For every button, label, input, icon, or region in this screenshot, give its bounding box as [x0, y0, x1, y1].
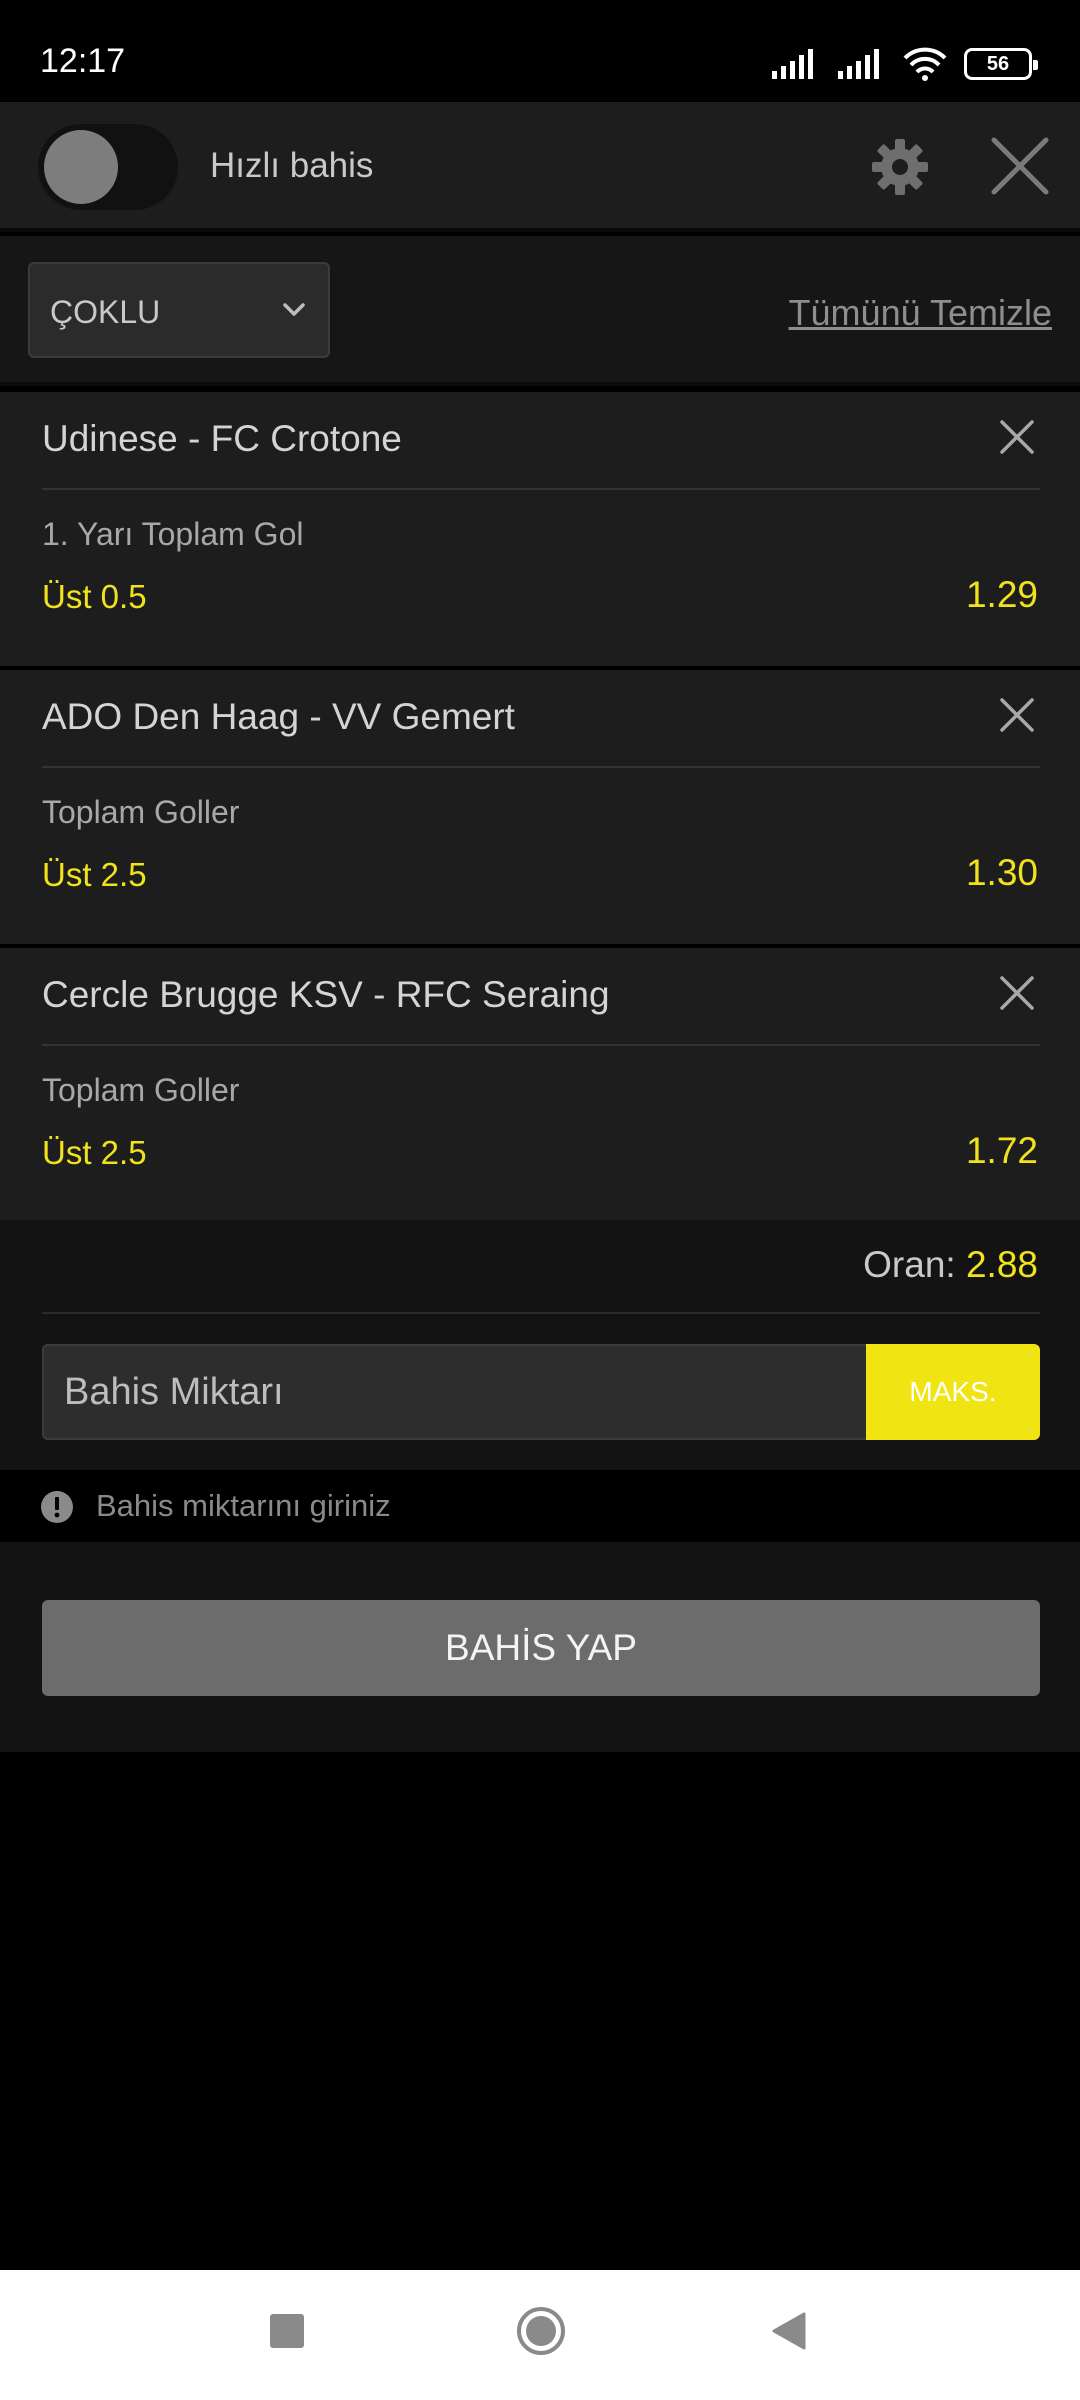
total-odds-value: 2.88	[965, 1244, 1038, 1285]
toggle-knob	[44, 130, 118, 204]
selection-name: Üst 2.5	[42, 856, 147, 893]
remove-bet-icon[interactable]	[998, 974, 1036, 1012]
wifi-icon	[903, 47, 947, 81]
match-name: ADO Den Haag - VV Gemert	[42, 696, 515, 737]
close-icon[interactable]	[988, 134, 1052, 198]
chevron-down-icon	[283, 303, 305, 316]
bet-card: Udinese - FC Crotone 1. Yarı Toplam Gol …	[0, 392, 1080, 666]
slip-toolbar: ÇOKLU Tümünü Temizle	[0, 236, 1080, 386]
bet-type-select[interactable]: ÇOKLU	[28, 262, 330, 358]
warning-text: Bahis miktarını giriniz	[96, 1488, 391, 1523]
place-bet-button[interactable]: BAHİS YAP	[42, 1600, 1040, 1696]
match-name: Udinese - FC Crotone	[42, 418, 402, 459]
quick-bet-toggle[interactable]	[38, 124, 178, 210]
selection-name: Üst 0.5	[42, 578, 147, 615]
gear-icon[interactable]	[870, 137, 930, 197]
bet-card: ADO Den Haag - VV Gemert Toplam Goller Ü…	[0, 670, 1080, 944]
place-bet-area: BAHİS YAP	[0, 1542, 1080, 1752]
quick-bet-label: Hızlı bahis	[210, 146, 374, 185]
card-divider	[42, 488, 1040, 490]
slip-summary: Oran: 2.88 MAKS.	[0, 1220, 1080, 1470]
market-name: Toplam Goller	[42, 1072, 240, 1108]
bet-card: Cercle Brugge KSV - RFC Seraing Toplam G…	[0, 948, 1080, 1222]
stake-input[interactable]	[42, 1344, 868, 1440]
bet-type-value: ÇOKLU	[50, 294, 161, 330]
selection-name: Üst 2.5	[42, 1134, 147, 1171]
total-odds-line: Oran: 2.88	[863, 1244, 1038, 1286]
match-name: Cercle Brugge KSV - RFC Seraing	[42, 974, 610, 1015]
stake-warning: Bahis miktarını giriniz	[0, 1470, 1080, 1542]
selection-odds: 1.29	[965, 574, 1038, 615]
total-odds-label: Oran:	[863, 1244, 956, 1285]
recents-icon[interactable]	[270, 2314, 304, 2348]
remove-bet-icon[interactable]	[998, 696, 1036, 734]
card-divider	[42, 766, 1040, 768]
clear-all-link[interactable]: Tümünü Temizle	[789, 292, 1052, 334]
system-nav-bar	[0, 2270, 1080, 2400]
battery-icon: 56	[964, 48, 1038, 80]
bet-slip-header: Hızlı bahis	[0, 102, 1080, 232]
market-name: Toplam Goller	[42, 794, 240, 830]
alert-icon	[41, 1491, 73, 1523]
home-icon[interactable]	[516, 2306, 566, 2356]
signal-icon	[772, 49, 813, 79]
status-bar: 12:17 56	[0, 0, 1080, 102]
signal-icon	[838, 49, 879, 79]
selection-odds: 1.30	[965, 852, 1038, 893]
market-name: 1. Yarı Toplam Gol	[42, 516, 304, 552]
selection-odds: 1.72	[965, 1130, 1038, 1171]
remove-bet-icon[interactable]	[998, 418, 1036, 456]
status-icons: 56	[770, 44, 1038, 84]
summary-divider	[42, 1312, 1040, 1314]
back-icon[interactable]	[768, 2310, 808, 2352]
max-stake-button[interactable]: MAKS.	[866, 1344, 1040, 1440]
battery-level: 56	[986, 52, 1010, 75]
card-divider	[42, 1044, 1040, 1046]
status-time: 12:17	[40, 42, 126, 80]
